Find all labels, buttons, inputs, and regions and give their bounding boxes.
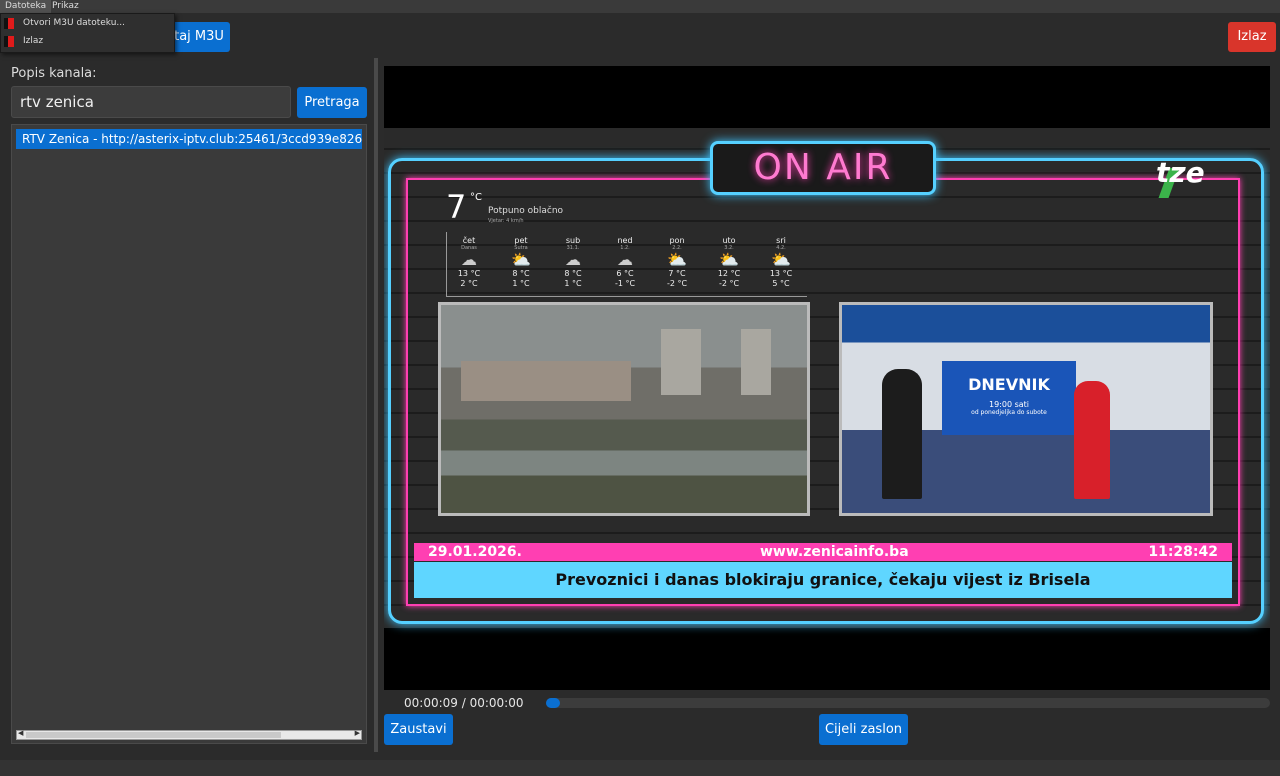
studio-time: 19:00 sati: [988, 400, 1030, 409]
menu-item-exit-label: Izlaz: [23, 36, 44, 46]
day-high: 12 °C: [717, 269, 741, 278]
exit-button[interactable]: Izlaz: [1228, 22, 1276, 52]
panel-splitter[interactable]: [374, 58, 378, 752]
scrollbar-thumb[interactable]: [26, 732, 281, 738]
seek-slider[interactable]: [546, 698, 1270, 708]
horizontal-scrollbar[interactable]: ◀ ▶: [16, 729, 362, 740]
forecast-day: pet Sutra ⛅ 8 °C 1 °C: [501, 236, 541, 289]
day-high: 8 °C: [564, 269, 582, 278]
cloud-icon: ☁: [461, 250, 477, 269]
fullscreen-button[interactable]: Cijeli zaslon: [819, 714, 908, 745]
seek-handle[interactable]: [546, 698, 560, 708]
forecast-day: sub 31.1. ☁ 8 °C 1 °C: [553, 236, 593, 289]
presenter: [1074, 381, 1110, 499]
search-button[interactable]: Pretraga: [297, 87, 367, 118]
day-high: 13 °C: [769, 269, 793, 278]
broadcast-site: www.zenicainfo.ba: [760, 544, 909, 560]
menu-view[interactable]: Prikaz: [47, 0, 84, 13]
scroll-right-icon[interactable]: ▶: [355, 729, 360, 737]
partly-cloudy-icon: ⛅: [771, 250, 791, 269]
weather-desc: Potpuno oblačno: [488, 206, 564, 216]
studio-title: DNEVNIK: [968, 375, 1050, 394]
day-high: 13 °C: [457, 269, 481, 278]
day-low: 1 °C: [512, 279, 530, 288]
menu-item-exit[interactable]: Izlaz: [1, 33, 174, 50]
menubar: Datoteka Prikaz: [0, 0, 1280, 13]
menu-item-open-label: Otvori M3U datoteku...: [23, 18, 125, 28]
partly-cloudy-icon: ⛅: [511, 250, 531, 269]
day-low: 2 °C: [460, 279, 478, 288]
day-name: ned: [617, 236, 633, 245]
day-low: 5 °C: [772, 279, 790, 288]
channel-logo: tze: [1156, 156, 1205, 189]
forecast-day: čet Danas ☁ 13 °C 2 °C: [449, 236, 489, 289]
city-camera-view: [438, 302, 810, 516]
day-low: -2 °C: [718, 279, 740, 288]
video-frame: ON AIR tze 7 °C Potpuno oblačno Vjetar: …: [384, 128, 1270, 628]
playback-time: 00:00:09 / 00:00:00: [404, 696, 524, 710]
studio-view: DNEVNIK 19:00 sati od ponedjeljka do sub…: [839, 302, 1213, 516]
day-high: 6 °C: [616, 269, 634, 278]
day-name: pet: [514, 236, 528, 245]
status-bar: [0, 760, 1280, 776]
menu-file[interactable]: Datoteka: [0, 0, 52, 13]
stop-button[interactable]: Zaustavi: [384, 714, 453, 745]
day-name: sub: [565, 236, 581, 245]
day-name: pon: [669, 236, 685, 245]
forecast-day: uto 3.2. ⛅ 12 °C -2 °C: [709, 236, 749, 289]
day-low: -2 °C: [666, 279, 688, 288]
day-high: 7 °C: [668, 269, 686, 278]
weather-temp: 7: [446, 188, 467, 226]
partly-cloudy-icon: ⛅: [719, 250, 739, 269]
weather-widget: 7 °C Potpuno oblačno Vjetar: 4 km/h čet …: [424, 186, 807, 306]
day-low: -1 °C: [614, 279, 636, 288]
m3u-file-icon: [4, 18, 14, 29]
list-item[interactable]: RTV Zenica - http://asterix-iptv.club:25…: [16, 129, 362, 149]
day-name: čet: [462, 236, 476, 245]
presenter: [882, 369, 922, 499]
day-name: sri: [776, 236, 786, 245]
forecast-day: ned 1.2. ☁ 6 °C -1 °C: [605, 236, 645, 289]
info-bar: 29.01.2026. www.zenicainfo.ba 11:28:42: [414, 543, 1232, 561]
exit-icon: [4, 36, 14, 47]
studio-days: od ponedjeljka do subote: [971, 409, 1047, 416]
day-name: uto: [722, 236, 736, 245]
news-ticker: Prevoznici i danas blokiraju granice, če…: [414, 562, 1232, 598]
weather-wind: Vjetar: 4 km/h: [488, 218, 524, 224]
weather-forecast: čet Danas ☁ 13 °C 2 °C pet Sutra ⛅ 8 °C …: [446, 232, 807, 297]
scroll-left-icon[interactable]: ◀: [18, 729, 23, 737]
building: [661, 329, 701, 395]
day-low: 1 °C: [564, 279, 582, 288]
video-player[interactable]: ON AIR tze 7 °C Potpuno oblačno Vjetar: …: [384, 66, 1270, 690]
channel-list-label: Popis kanala:: [11, 66, 97, 81]
cloud-icon: ☁: [565, 250, 581, 269]
menu-item-open-m3u[interactable]: Otvori M3U datoteku...: [1, 15, 174, 32]
cloud-icon: ☁: [617, 250, 633, 269]
file-menu-dropdown: Otvori M3U datoteku... Izlaz: [0, 13, 175, 53]
forecast-day: pon 2.2. ⛅ 7 °C -2 °C: [657, 236, 697, 289]
channel-list[interactable]: RTV Zenica - http://asterix-iptv.club:25…: [11, 124, 367, 744]
partly-cloudy-icon: ⛅: [667, 250, 687, 269]
forecast-day: sri 4.2. ⛅ 13 °C 5 °C: [761, 236, 801, 289]
studio-screen: DNEVNIK 19:00 sati od ponedjeljka do sub…: [942, 361, 1076, 435]
broadcast-date: 29.01.2026.: [428, 544, 522, 560]
building: [741, 329, 771, 395]
channel-search-input[interactable]: rtv zenica: [11, 86, 291, 118]
building: [461, 361, 631, 401]
day-high: 8 °C: [512, 269, 530, 278]
weather-unit: °C: [470, 192, 482, 203]
broadcast-clock: 11:28:42: [1148, 544, 1218, 560]
